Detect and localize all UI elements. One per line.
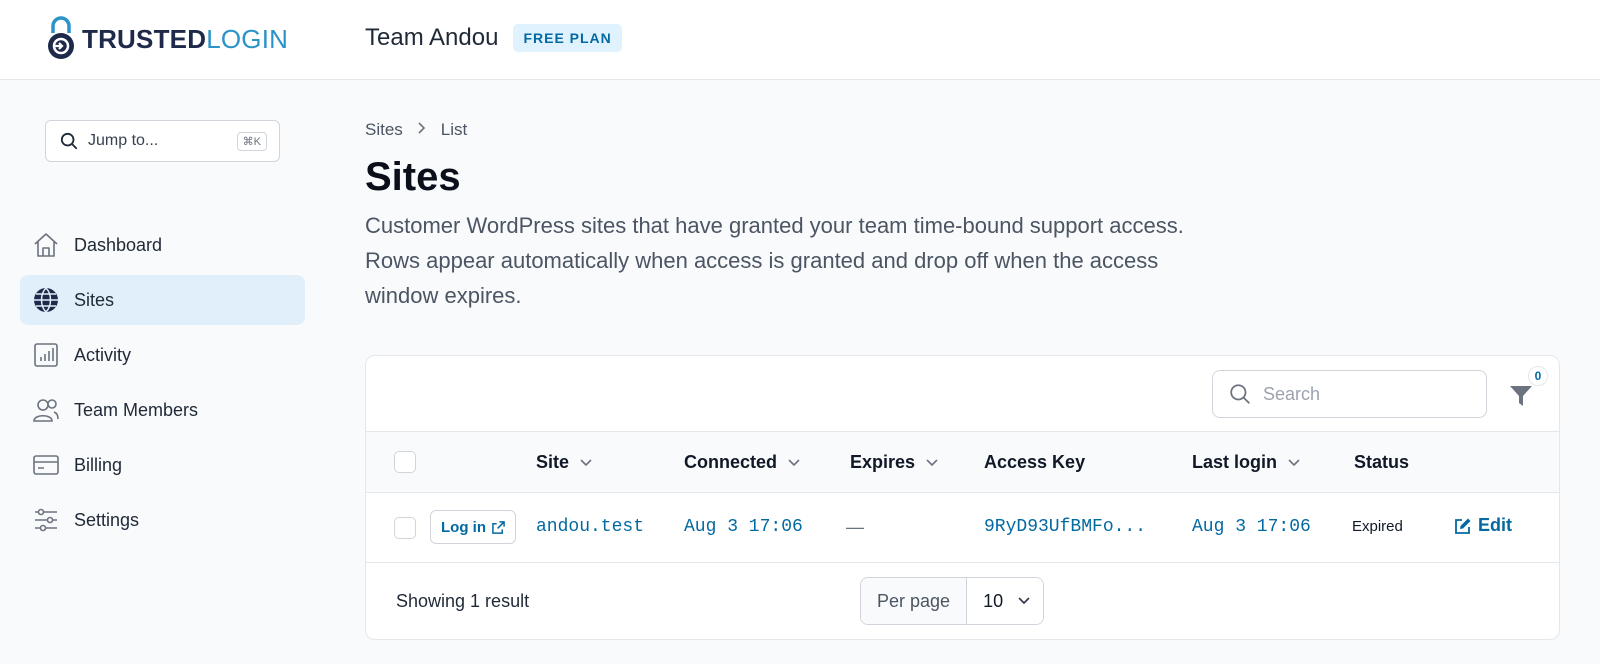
row-checkbox[interactable]: [394, 517, 416, 539]
breadcrumb: Sites List: [365, 120, 467, 140]
connected-date: Aug 3 17:06: [684, 517, 803, 537]
sliders-icon: [32, 506, 60, 534]
sidebar-item-sites[interactable]: Sites: [20, 275, 305, 325]
chevron-down-icon: [1288, 458, 1300, 466]
lock-logo-icon: [48, 16, 74, 59]
sidebar-item-label: Settings: [74, 509, 140, 530]
breadcrumb-sites[interactable]: Sites: [365, 120, 403, 140]
sidebar-item-label: Activity: [74, 344, 132, 365]
log-in-button[interactable]: Log in: [430, 510, 516, 544]
sidebar-item-label: Team Members: [74, 399, 199, 420]
site-link[interactable]: andou.test: [536, 517, 644, 537]
logo-text-login: LOGIN: [206, 23, 289, 54]
credit-card-icon: [32, 451, 60, 479]
external-link-icon: [492, 520, 505, 534]
edit-button[interactable]: Edit: [1454, 515, 1512, 536]
chevron-right-icon: [417, 120, 427, 140]
sidebar-item-activity[interactable]: Activity: [20, 330, 305, 380]
status-badge: Expired: [1352, 518, 1403, 535]
select-all-checkbox[interactable]: [394, 451, 416, 473]
sidebar-item-label: Sites: [74, 289, 115, 310]
sidebar: Jump to... ⌘K Dashboard Sites Activity T…: [0, 80, 325, 664]
result-count: Showing 1 result: [396, 591, 530, 611]
per-page-label: Per page: [861, 578, 968, 624]
per-page-dropdown[interactable]: 10: [967, 578, 1044, 624]
chevron-down-icon: [580, 458, 592, 466]
chevron-down-icon: [926, 458, 938, 466]
table-header: Site Connected Expires Access Key Last l…: [366, 431, 1559, 493]
sidebar-item-team-members[interactable]: Team Members: [20, 385, 305, 435]
sidebar-item-label: Dashboard: [74, 234, 163, 255]
keyboard-shortcut: ⌘K: [236, 131, 267, 151]
breadcrumb-list: List: [440, 120, 468, 139]
column-access-key: Access Key: [984, 452, 1086, 472]
column-expires[interactable]: Expires: [850, 452, 939, 473]
search-input[interactable]: [1263, 383, 1463, 405]
expires-value: —: [846, 517, 864, 537]
users-icon: [32, 396, 60, 424]
access-key-value[interactable]: 9RyD93UfBMFo...: [984, 517, 1146, 537]
search-icon: [60, 132, 78, 150]
filter-icon: [1510, 386, 1532, 406]
sidebar-item-label: Billing: [74, 454, 123, 475]
chevron-down-icon: [788, 458, 800, 466]
column-connected[interactable]: Connected: [684, 452, 801, 473]
jump-to-search[interactable]: Jump to... ⌘K: [45, 120, 280, 162]
page-title: Sites: [365, 155, 461, 199]
jump-to-placeholder: Jump to...: [88, 132, 159, 149]
column-last-login[interactable]: Last login: [1192, 452, 1301, 473]
logo-text-trusted: TRUSTED: [82, 23, 207, 54]
globe-icon: [32, 286, 60, 314]
top-header: TRUSTEDLOGIN Team Andou FREE PLAN: [0, 0, 1600, 80]
page-description: Customer WordPress sites that have grant…: [365, 213, 1184, 308]
table-row: Log in andou.test Aug 3 17:06 — 9RyD93Uf…: [366, 493, 1559, 563]
home-icon: [32, 231, 60, 259]
table-search[interactable]: [1212, 370, 1487, 418]
per-page-select[interactable]: Per page 10: [860, 577, 1045, 625]
last-login-date: Aug 3 17:06: [1192, 517, 1311, 537]
edit-icon: [1455, 518, 1471, 534]
team-info: Team Andou FREE PLAN: [365, 24, 622, 52]
sidebar-nav: Dashboard Sites Activity Team Members Bi…: [20, 220, 305, 550]
team-name[interactable]: Team Andou: [365, 24, 498, 52]
column-site[interactable]: Site: [536, 452, 593, 473]
sidebar-item-billing[interactable]: Billing: [20, 440, 305, 490]
bar-chart-icon: [32, 341, 60, 369]
filter-count-badge: 0: [1528, 366, 1548, 386]
trustedlogin-logo[interactable]: TRUSTEDLOGIN: [46, 16, 288, 62]
search-icon: [1230, 384, 1250, 404]
column-status: Status: [1354, 452, 1410, 472]
chevron-down-icon: [1018, 597, 1030, 605]
sidebar-item-settings[interactable]: Settings: [20, 495, 305, 545]
table-footer: Showing 1 result Per page 10: [366, 563, 1559, 639]
plan-badge: FREE PLAN: [513, 24, 622, 52]
sidebar-item-dashboard[interactable]: Dashboard: [20, 220, 305, 270]
sites-table-card: 0 Site Connected Expires Access Key Last…: [365, 355, 1560, 640]
